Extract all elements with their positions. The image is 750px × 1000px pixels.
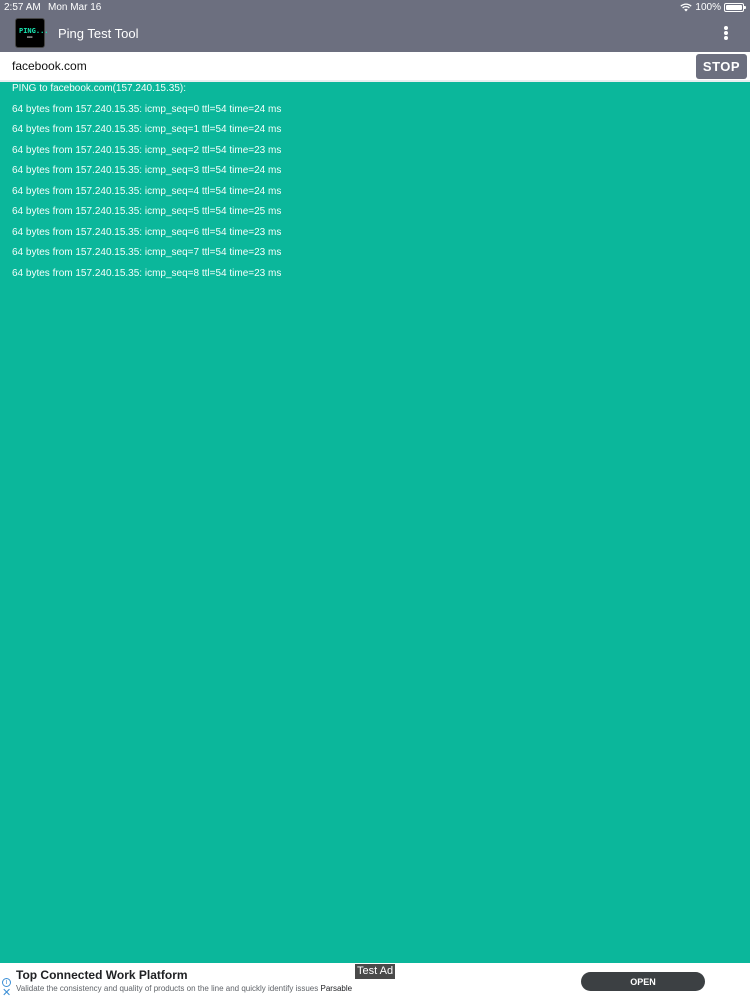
battery-icon: [724, 3, 746, 12]
info-icon[interactable]: i: [2, 978, 11, 987]
test-ad-badge: Test Ad: [355, 964, 396, 979]
more-vertical-icon[interactable]: [718, 25, 734, 41]
ping-line: 64 bytes from 157.240.15.35: icmp_seq=1 …: [12, 124, 282, 135]
app-logo-text: PING...: [19, 27, 49, 35]
ad-description-text: Validate the consistency and quality of …: [16, 984, 319, 993]
ping-line: 64 bytes from 157.240.15.35: icmp_seq=7 …: [12, 247, 282, 258]
ad-banner[interactable]: i ✕ Top Connected Work Platform Validate…: [0, 963, 750, 1000]
host-input-row: STOP: [0, 52, 750, 80]
app-title: Ping Test Tool: [58, 26, 139, 41]
app-logo: PING... ▬▬▬: [15, 18, 49, 48]
ping-header: PING to facebook.com(157.240.15.35):: [12, 83, 186, 94]
ping-line: 64 bytes from 157.240.15.35: icmp_seq=5 …: [12, 206, 282, 217]
ping-line: 64 bytes from 157.240.15.35: icmp_seq=8 …: [12, 267, 282, 279]
ping-line: 64 bytes from 157.240.15.35: icmp_seq=0 …: [12, 103, 282, 115]
status-date: Mon Mar 16: [48, 2, 102, 13]
app-toolbar: PING... ▬▬▬ Ping Test Tool: [0, 15, 750, 52]
ad-title[interactable]: Top Connected Work Platform: [16, 968, 188, 982]
status-bar: 2:57 AM Mon Mar 16 100%: [0, 0, 750, 15]
ping-line: 64 bytes from 157.240.15.35: icmp_seq=2 …: [12, 144, 282, 156]
status-time: 2:57 AM: [4, 2, 41, 13]
ad-description: Validate the consistency and quality of …: [16, 984, 352, 993]
ping-output: PING to facebook.com(157.240.15.35): 64 …: [12, 82, 732, 287]
ping-line: 64 bytes from 157.240.15.35: icmp_seq=6 …: [12, 226, 282, 238]
ping-line: 64 bytes from 157.240.15.35: icmp_seq=3 …: [12, 165, 282, 176]
app-logo-subtext: ▬▬▬: [27, 35, 33, 39]
battery-percent: 100%: [695, 2, 721, 13]
ad-open-button[interactable]: OPEN: [581, 972, 705, 991]
status-right-group: 100%: [680, 0, 746, 15]
ad-brand: Parsable: [320, 984, 353, 993]
host-input[interactable]: [0, 52, 690, 80]
wifi-icon: [680, 3, 693, 12]
close-icon[interactable]: ✕: [2, 988, 11, 999]
stop-button[interactable]: STOP: [696, 54, 747, 79]
ping-line: 64 bytes from 157.240.15.35: icmp_seq=4 …: [12, 185, 282, 197]
